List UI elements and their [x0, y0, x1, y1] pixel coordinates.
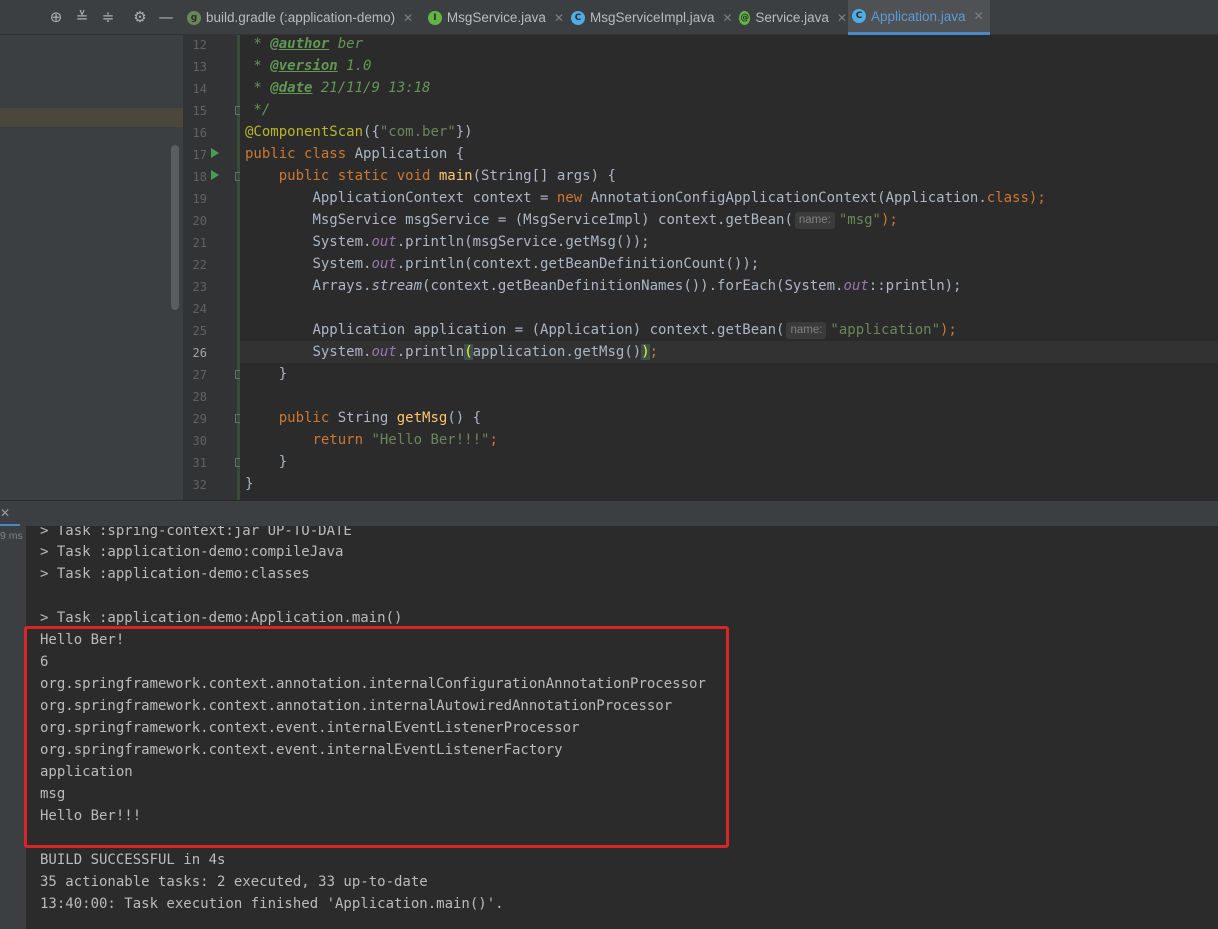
class-icon: C — [852, 9, 866, 23]
tab-application[interactable]: C Application.java ✕ — [848, 0, 990, 35]
code-line-15: */ — [245, 102, 271, 118]
code-line-14: * @date 21/11/9 13:18 — [245, 80, 431, 96]
line-number: 30 — [192, 434, 207, 448]
line-number: 19 — [192, 192, 207, 206]
scrollbar[interactable] — [171, 145, 179, 310]
annotation-icon: @ — [739, 10, 751, 25]
tab-label: MsgService.java — [446, 10, 546, 25]
editor-tab-bar: ⊕ ≚ ≑ ⚙ — g build.gradle (:application-d… — [0, 0, 1218, 35]
code-line-13: * @version 1.0 — [245, 58, 372, 74]
project-toolbar: ⊕ ≚ ≑ ⚙ — — [0, 0, 183, 35]
close-icon[interactable]: ✕ — [0, 506, 10, 520]
parameter-hint: name: — [786, 322, 827, 339]
console-line: > Task :application-demo:compileJava — [40, 544, 344, 560]
line-number: 12 — [192, 38, 207, 52]
console-line: 35 actionable tasks: 2 executed, 33 up-t… — [40, 874, 428, 890]
code-line-17: public class Application { — [245, 146, 465, 162]
project-panel — [0, 35, 183, 500]
run-class-icon[interactable] — [211, 148, 219, 158]
line-number: 22 — [192, 258, 207, 272]
class-icon: C — [571, 10, 585, 25]
collapse-all-icon[interactable]: ≑ — [100, 9, 116, 25]
line-number: 21 — [192, 236, 207, 250]
run-tree-strip: 9 ms — [0, 526, 26, 929]
console-line: > Task :spring-context:jar UP-TO-DATE — [40, 526, 352, 539]
parameter-hint: name: — [794, 212, 835, 229]
line-number: 27 — [192, 368, 207, 382]
line-number: 24 — [192, 302, 207, 316]
close-icon[interactable]: ✕ — [554, 11, 564, 25]
code-line-12: * @author ber — [245, 36, 364, 52]
highlight-annotation-box — [24, 626, 729, 848]
line-number: 28 — [192, 390, 207, 404]
line-number: 25 — [192, 324, 207, 338]
code-line-29: public String getMsg() { — [278, 410, 482, 426]
line-number: 17 — [192, 148, 207, 162]
line-number: 20 — [192, 214, 207, 228]
close-icon[interactable]: ✕ — [403, 11, 413, 25]
code-line-30: return "Hello Ber!!!"; — [312, 432, 498, 448]
matched-paren: ) — [641, 344, 650, 360]
code-line-32: } — [245, 476, 254, 492]
tab-label: build.gradle (:application-demo) — [206, 10, 396, 25]
tab-service[interactable]: @ Service.java ✕ — [735, 0, 847, 35]
expand-all-icon[interactable]: ≚ — [74, 9, 90, 25]
console-line: BUILD SUCCESSFUL in 4s — [40, 852, 226, 868]
line-number: 16 — [192, 126, 207, 140]
line-number: 32 — [192, 478, 207, 492]
code-editor[interactable]: * @author ber * @version 1.0 * @date 21/… — [240, 35, 1218, 500]
code-line-20: MsgService msgService = (MsgServiceImpl)… — [312, 212, 898, 229]
line-number: 29 — [192, 412, 207, 426]
code-line-23: Arrays.stream(context.getBeanDefinitionN… — [312, 278, 962, 294]
tab-label: Service.java — [755, 10, 829, 25]
line-number: 18 — [192, 170, 207, 184]
line-number: 31 — [192, 456, 207, 470]
tab-msgserviceimpl[interactable]: C MsgServiceImpl.java ✕ — [567, 0, 734, 35]
gradle-icon: g — [187, 10, 201, 25]
line-number: 14 — [192, 82, 207, 96]
line-number-current: 26 — [192, 346, 207, 360]
close-icon[interactable]: ✕ — [974, 9, 984, 23]
code-line-27: } — [245, 366, 288, 382]
console-line: > Task :application-demo:classes — [40, 566, 310, 582]
code-line-25: Application application = (Application) … — [312, 322, 957, 339]
interface-icon: I — [428, 10, 442, 25]
tab-label: Application.java — [871, 8, 966, 24]
code-line-21: System.out.println(msgService.getMsg()); — [312, 234, 650, 250]
close-icon[interactable]: ✕ — [837, 11, 847, 25]
code-line-31: } — [245, 454, 288, 470]
matched-paren: ( — [464, 344, 473, 360]
tab-label: MsgServiceImpl.java — [590, 10, 715, 25]
run-main-icon[interactable] — [211, 170, 219, 180]
selected-tree-row[interactable] — [0, 108, 183, 127]
line-number: 15 — [192, 104, 207, 118]
line-number: 13 — [192, 60, 207, 74]
code-line-18: public static void main(String[] args) { — [278, 168, 616, 184]
tab-msgservice[interactable]: I MsgService.java ✕ — [424, 0, 564, 35]
code-line-19: ApplicationContext context = new Annotat… — [312, 190, 1046, 206]
editor-gutter: 12 13 14 15 16 17 18 19 20 21 22 23 24 2… — [183, 35, 244, 500]
line-number: 23 — [192, 280, 207, 294]
tab-build-gradle[interactable]: g build.gradle (:application-demo) ✕ — [183, 0, 419, 35]
console-line: 13:40:00: Task execution finished 'Appli… — [40, 896, 504, 912]
code-line-16: @ComponentScan({"com.ber"}) — [245, 124, 473, 140]
settings-icon[interactable]: ⚙ — [132, 9, 148, 25]
code-line-22: System.out.println(context.getBeanDefini… — [312, 256, 760, 272]
minimize-icon[interactable]: — — [158, 9, 174, 25]
close-icon[interactable]: ✕ — [723, 11, 733, 25]
code-line-26: System.out.println(application.getMsg())… — [312, 344, 659, 360]
target-icon[interactable]: ⊕ — [48, 9, 64, 25]
run-panel-header[interactable] — [0, 500, 1218, 527]
run-duration: 9 ms — [0, 530, 23, 542]
